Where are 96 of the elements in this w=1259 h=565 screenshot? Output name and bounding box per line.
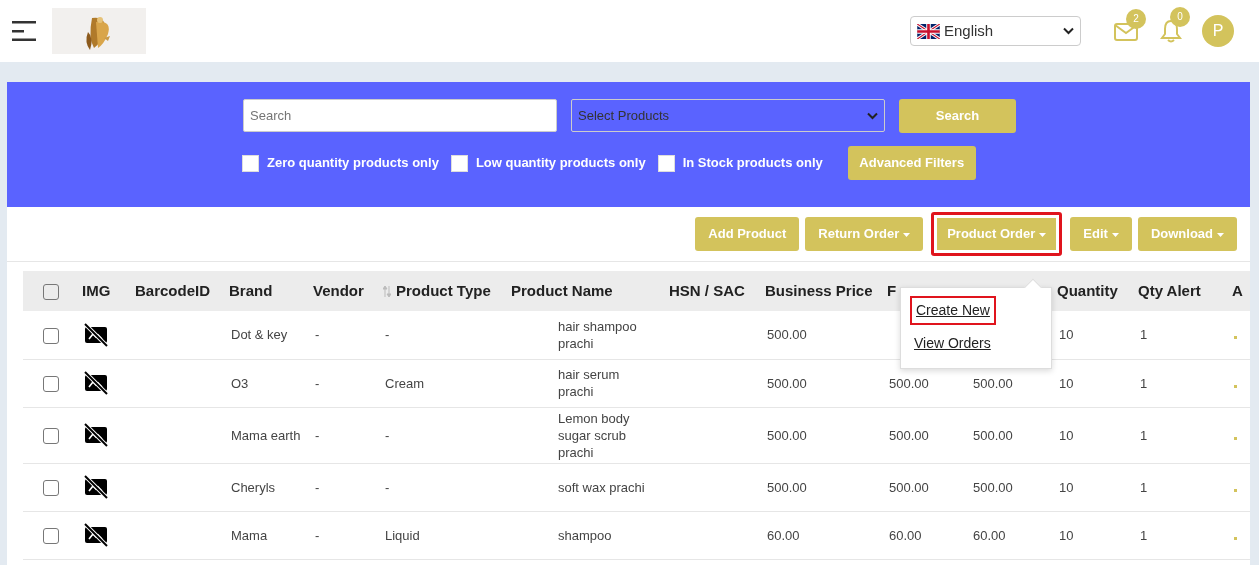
search-button[interactable]: Search — [899, 99, 1016, 133]
table-cell: Mama earth — [231, 427, 301, 443]
column-header: HSN / SAC — [669, 281, 745, 299]
column-header: A — [1232, 281, 1243, 299]
table-cell: 10 — [1059, 527, 1074, 543]
count-badge: 2 — [1126, 8, 1146, 29]
menu-item[interactable]: View Orders — [910, 331, 995, 356]
advanced-filters-button[interactable]: Advanced Filters — [847, 146, 976, 180]
table-cell: 10 — [1059, 427, 1074, 443]
table-cell: Cheryls — [231, 479, 276, 495]
table-cell: 1 — [1140, 527, 1148, 543]
checkbox[interactable] — [242, 154, 259, 172]
language-select[interactable]: English — [910, 16, 1081, 46]
toolbar-button[interactable]: Add Product — [695, 217, 800, 251]
table-cell: 500.00 — [767, 375, 807, 391]
table-cell: 1 — [1140, 327, 1148, 343]
caret-icon — [1039, 232, 1047, 237]
checkbox-label: Low quantity products only — [475, 154, 646, 173]
toolbar-button[interactable]: Product Order — [931, 212, 1063, 256]
table-cell: 500.00 — [973, 427, 1013, 443]
column-header: Vendor — [313, 281, 364, 299]
checkbox[interactable] — [450, 154, 468, 172]
table-cell: 500.00 — [889, 479, 929, 495]
caret-icon — [1217, 232, 1224, 237]
no-image-icon — [84, 423, 108, 447]
table-cell: 1 — [1140, 479, 1148, 495]
checkbox[interactable] — [657, 154, 675, 172]
column-header: Quantity — [1057, 281, 1118, 299]
count-badge: 0 — [1170, 7, 1190, 27]
row-checkbox[interactable] — [42, 527, 59, 544]
checkbox-label: In Stock products only — [682, 154, 823, 173]
checkbox-label: Zero quantity products only — [267, 154, 439, 173]
table-cell: 60.00 — [889, 527, 922, 543]
flag-icon — [917, 23, 940, 39]
table-cell: 500.00 — [889, 427, 929, 443]
table-cell: 10 — [1059, 327, 1074, 343]
table-cell: Dot & key — [231, 327, 288, 343]
column-header: Qty Alert — [1138, 281, 1201, 299]
table-cell: 60.00 — [973, 527, 1006, 543]
table-cell: O3 — [231, 375, 249, 391]
table-cell: 500.00 — [973, 479, 1013, 495]
menu-icon[interactable] — [12, 20, 36, 42]
chevron-down-icon — [867, 111, 878, 120]
row-checkbox[interactable] — [42, 427, 59, 444]
no-image-icon — [84, 523, 108, 547]
table-cell: 500.00 — [767, 479, 807, 495]
column-header: Business Price — [765, 281, 873, 299]
language-label: English — [944, 20, 994, 41]
column-header: Brand — [229, 281, 273, 299]
table-cell: hair shampoo prachi — [558, 318, 637, 351]
table-cell: - — [315, 375, 320, 391]
search-field[interactable]: Search — [243, 99, 557, 132]
table-cell: soft wax prachi — [558, 479, 645, 495]
column-header: Product Name — [511, 281, 613, 299]
table-cell: 500.00 — [767, 327, 807, 343]
menu-item[interactable]: Create New — [910, 296, 996, 325]
column-header: BarcodeID — [135, 281, 211, 299]
table-cell: 60.00 — [767, 527, 800, 543]
table-cell: 1 — [1140, 427, 1148, 443]
table-cell: - — [385, 479, 390, 495]
row-checkbox[interactable] — [42, 375, 59, 392]
user-avatar[interactable]: P — [1202, 15, 1234, 47]
table-cell: 500.00 — [889, 375, 929, 391]
row-checkbox[interactable] — [42, 327, 59, 344]
row-checkbox[interactable] — [42, 479, 59, 496]
select-label: Select Products — [578, 106, 670, 125]
table-cell: 500.00 — [767, 427, 807, 443]
table-cell: - — [385, 427, 390, 443]
table-cell: - — [315, 327, 320, 343]
table-cell: shampoo — [558, 527, 612, 543]
table-cell: Lemon body sugar scrub prachi — [558, 410, 630, 460]
table-cell: 500.00 — [973, 375, 1013, 391]
table-cell: - — [315, 427, 320, 443]
no-image-icon — [84, 475, 108, 499]
table-cell: - — [315, 479, 320, 495]
table-cell: Mama — [231, 527, 268, 543]
table-cell: - — [315, 527, 320, 543]
table-cell: Cream — [385, 375, 424, 391]
caret-icon — [1111, 232, 1119, 237]
toolbar-button[interactable]: Return Order — [805, 217, 924, 251]
toolbar-button[interactable]: Edit — [1070, 217, 1132, 251]
no-image-icon — [84, 322, 108, 347]
table-cell: Liquid — [385, 527, 420, 543]
table-cell: - — [385, 327, 390, 343]
table-cell: hair serum prachi — [558, 367, 620, 399]
chevron-down-icon — [1063, 27, 1074, 35]
column-header: IMG — [82, 281, 111, 299]
table-cell: 1 — [1140, 375, 1148, 391]
table-cell: 10 — [1059, 375, 1074, 391]
column-header: F — [887, 281, 897, 299]
product-select[interactable]: Select Products — [571, 99, 885, 132]
caret-icon — [903, 232, 911, 237]
select-all-checkbox[interactable] — [42, 283, 59, 300]
table-cell: 10 — [1059, 479, 1074, 495]
toolbar-button[interactable]: Download — [1137, 217, 1237, 251]
no-image-icon — [84, 371, 108, 395]
